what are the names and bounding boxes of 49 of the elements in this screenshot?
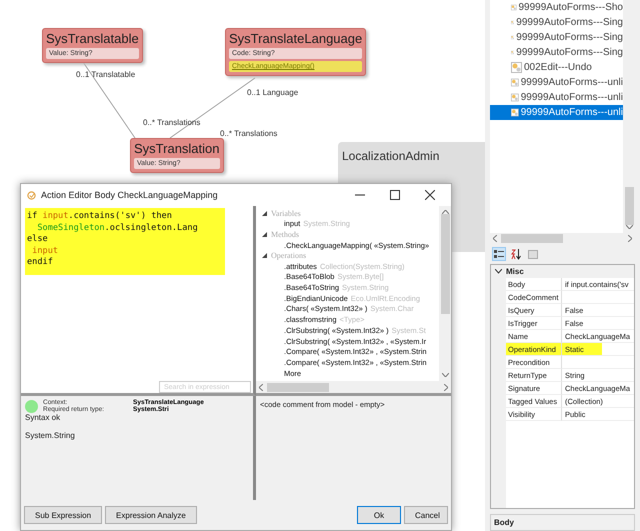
list-item[interactable]: 99999AutoForms---Sing — [490, 30, 623, 45]
sort-icon[interactable] — [509, 247, 523, 262]
association-label: 0..1 Translatable — [76, 70, 136, 79]
list-item[interactable]: 99999AutoForms---unli — [490, 90, 623, 105]
scrollbar-thumb[interactable] — [624, 186, 634, 225]
description-title: Body — [494, 518, 515, 527]
category-label: Misc — [506, 267, 524, 276]
form-icon — [511, 62, 522, 73]
form-icon — [511, 77, 519, 88]
list-item[interactable]: 99999AutoForms---unli — [490, 75, 623, 90]
collapse-chevron-icon[interactable] — [495, 269, 502, 274]
panel-title: LocalizationAdmin — [342, 149, 440, 163]
code-line: else — [27, 234, 49, 246]
class-name: SysTranslation — [134, 141, 220, 156]
code-line: endif — [27, 257, 54, 268]
dialog-button[interactable]: Cancel — [404, 506, 448, 524]
code-line: input — [31, 246, 60, 257]
expand-arrow-icon[interactable] — [262, 232, 267, 237]
list-item[interactable]: 99999AutoForms---Sing — [490, 45, 623, 60]
scrollbar-thumb[interactable] — [501, 234, 563, 244]
association-label: 0..* Translations — [143, 118, 200, 127]
list-item[interactable]: 99999AutoForms---Sing — [490, 15, 623, 30]
syntax-message: Syntax ok — [25, 413, 62, 422]
form-icon — [511, 107, 519, 118]
close-icon[interactable] — [425, 190, 435, 200]
code-line: if input.contains('sv') then — [27, 211, 173, 222]
action-button[interactable]: Sub Expression — [24, 506, 102, 524]
result-type: System.String — [25, 431, 76, 440]
app-icon — [27, 190, 36, 200]
code-line: SomeSingleton.oclsingleton.Lang — [36, 222, 199, 234]
categorized-view-icon[interactable] — [492, 247, 506, 262]
action-button[interactable]: Expression Analyze — [105, 506, 197, 524]
class-name: SysTranslatable — [46, 31, 139, 46]
expand-arrow-icon[interactable] — [262, 210, 267, 216]
scrollbar-thumb[interactable] — [267, 382, 329, 392]
horizontal-scrollbar[interactable] — [256, 381, 451, 393]
association-label: 0..1 Language — [247, 88, 298, 97]
class-name: SysTranslateLanguage — [229, 31, 362, 46]
vertical-scrollbar[interactable] — [439, 206, 451, 381]
maximize-icon[interactable] — [390, 190, 400, 200]
list-item[interactable]: 99999AutoForms---Sho — [490, 0, 623, 15]
list-item[interactable]: 002Edit---Undo — [490, 60, 623, 75]
association-label: 0..* Translations — [220, 129, 278, 138]
list-item[interactable]: 99999AutoForms---unli — [490, 105, 623, 120]
window-title: Action Editor Body CheckLanguageMapping — [41, 190, 219, 200]
form-icon — [511, 92, 519, 103]
expand-arrow-icon[interactable] — [262, 253, 267, 258]
scrollbar-thumb[interactable] — [440, 214, 450, 314]
dialog-button[interactable]: Ok — [357, 506, 401, 524]
